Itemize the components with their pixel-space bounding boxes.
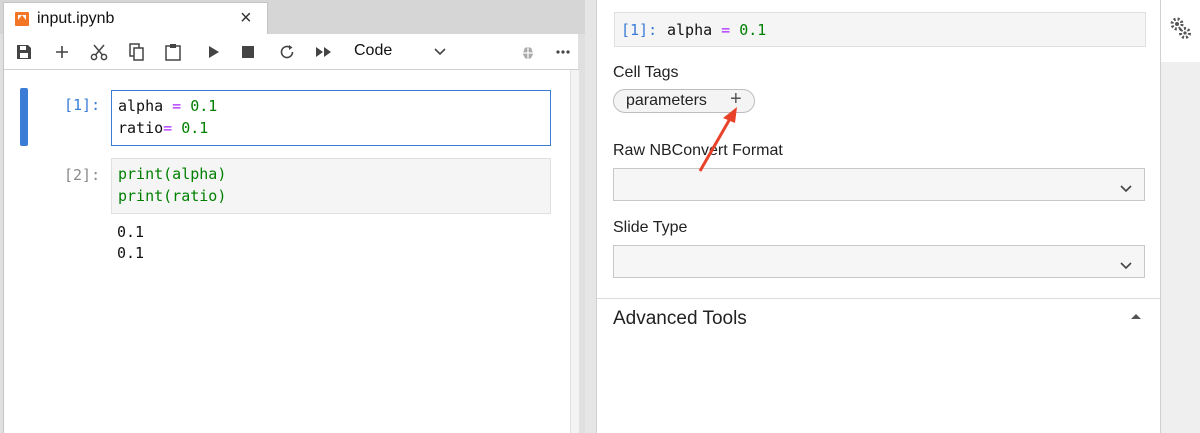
tag-label: parameters bbox=[626, 92, 707, 109]
code-token: 0.1 bbox=[181, 119, 209, 137]
notebook-scrollbar[interactable] bbox=[570, 70, 579, 433]
cell-2-output: 0.1 0.1 bbox=[117, 222, 144, 264]
notebook-icon bbox=[15, 12, 29, 26]
more-icon[interactable] bbox=[554, 40, 572, 64]
chevron-down-icon bbox=[1120, 180, 1132, 198]
slide-type-label: Slide Type bbox=[613, 219, 688, 236]
code-line: print(ratio) bbox=[118, 187, 227, 205]
tab-title: input.ipynb bbox=[37, 10, 115, 27]
inspector-code: alpha = 0.1 bbox=[667, 21, 766, 39]
add-cell-icon[interactable] bbox=[52, 40, 72, 64]
save-icon[interactable] bbox=[14, 40, 34, 64]
code-token: alpha bbox=[667, 21, 713, 39]
inspector-prompt: [1]: bbox=[621, 21, 658, 39]
chevron-down-icon[interactable] bbox=[434, 44, 446, 62]
output-line: 0.1 bbox=[117, 244, 145, 262]
right-sidebar bbox=[1160, 0, 1200, 433]
cell-2-prompt: [2]: bbox=[64, 166, 101, 184]
code-token: 0.1 bbox=[190, 97, 218, 115]
stop-icon[interactable] bbox=[238, 40, 258, 64]
active-cell-indicator bbox=[20, 88, 28, 146]
copy-icon[interactable] bbox=[126, 40, 148, 64]
code-line: ratio= 0.1 bbox=[118, 117, 544, 139]
cell-tags-label: Cell Tags bbox=[613, 64, 679, 81]
panel-divider[interactable] bbox=[585, 0, 597, 433]
cut-icon[interactable] bbox=[88, 40, 110, 64]
advanced-tools-header[interactable]: Advanced Tools bbox=[613, 308, 747, 330]
tag-parameters[interactable]: parameters + bbox=[613, 88, 755, 113]
restart-icon[interactable] bbox=[276, 40, 298, 64]
cell-1-prompt: [1]: bbox=[64, 96, 101, 114]
code-token: = bbox=[163, 97, 191, 115]
debugger-icon[interactable] bbox=[518, 40, 538, 64]
chevron-down-icon bbox=[1120, 257, 1132, 275]
code-token: = bbox=[712, 21, 740, 39]
code-token: = bbox=[163, 119, 182, 137]
add-tag-icon[interactable]: + bbox=[730, 88, 742, 111]
notebook-toolbar: Code bbox=[4, 34, 579, 70]
close-icon[interactable]: × bbox=[240, 7, 252, 30]
section-divider bbox=[597, 298, 1160, 299]
raw-format-select[interactable] bbox=[613, 168, 1145, 201]
app-root: input.ipynb × Code [1]: alpha = 0.1 rati… bbox=[0, 0, 1200, 433]
tab-bar: input.ipynb × bbox=[0, 0, 585, 36]
run-icon[interactable] bbox=[204, 40, 224, 64]
paste-icon[interactable] bbox=[162, 40, 184, 64]
cell-type-select[interactable]: Code bbox=[354, 42, 392, 60]
notebook-area: input.ipynb × Code [1]: alpha = 0.1 rati… bbox=[0, 0, 585, 433]
caret-up-icon[interactable] bbox=[1131, 314, 1141, 319]
code-token: alpha bbox=[118, 97, 164, 115]
run-all-icon[interactable] bbox=[312, 40, 336, 64]
code-line: alpha = 0.1 bbox=[118, 95, 544, 117]
inspector-active-cell: [1]: alpha = 0.1 bbox=[614, 12, 1146, 47]
raw-format-label: Raw NBConvert Format bbox=[613, 142, 783, 159]
gear-icon[interactable] bbox=[1169, 16, 1193, 45]
tab-input-ipynb[interactable]: input.ipynb × bbox=[3, 2, 268, 36]
output-line: 0.1 bbox=[117, 223, 145, 241]
cell-1-editor[interactable]: alpha = 0.1 ratio= 0.1 bbox=[111, 90, 551, 146]
code-token: 0.1 bbox=[739, 21, 767, 39]
cell-2-editor[interactable]: print(alpha) print(ratio) bbox=[111, 158, 551, 214]
code-line: print(alpha) bbox=[118, 165, 227, 183]
slide-type-select[interactable] bbox=[613, 245, 1145, 278]
code-token: ratio bbox=[118, 119, 164, 137]
